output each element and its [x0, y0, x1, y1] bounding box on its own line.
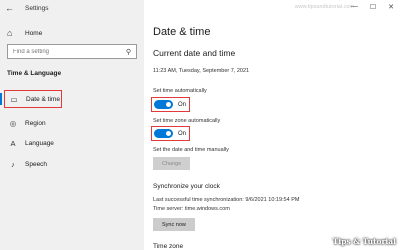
watermark-logo: Tips & Tutorial [332, 237, 396, 246]
sidebar-item-label: Date & time [26, 95, 60, 103]
close-icon[interactable]: ✕ [388, 3, 394, 11]
toggle-switch[interactable] [154, 100, 173, 109]
set-timezone-auto-label: Set time zone automatically [153, 118, 221, 124]
change-button[interactable]: Change [153, 157, 191, 170]
active-indicator [0, 93, 2, 105]
set-time-auto-toggle[interactable]: On [151, 97, 190, 112]
toggle-state: On [178, 101, 187, 108]
page-title: Date & time [153, 26, 211, 38]
home-icon: ⌂ [7, 28, 13, 38]
sync-now-button[interactable]: Sync now [153, 218, 195, 231]
search-box[interactable]: ⚲ [7, 44, 137, 59]
current-datetime: 11:23 AM, Tuesday, September 7, 2021 [153, 68, 250, 74]
main-content: www.tipsandtutorial.com — ☐ ✕ Date & tim… [144, 0, 400, 250]
toggle-knob [166, 102, 171, 107]
maximize-icon[interactable]: ☐ [370, 3, 376, 11]
toggle-switch[interactable] [154, 129, 173, 138]
title-bar: ← Settings [0, 0, 144, 16]
sync-heading: Synchronize your clock [153, 183, 220, 190]
sidebar-item-label: Speech [25, 160, 48, 168]
sidebar-item-label: Language [25, 139, 54, 147]
toggle-state: On [178, 130, 187, 137]
nav-home[interactable]: ⌂ Home [7, 26, 42, 40]
language-icon: A [10, 138, 16, 148]
set-timezone-auto-toggle[interactable]: On [151, 126, 190, 141]
app-title: Settings [25, 4, 49, 12]
time-zone-heading: Time zone [153, 243, 184, 250]
section-title: Time & Language [7, 70, 62, 77]
sidebar-item-region[interactable]: ◎ Region [7, 116, 46, 130]
set-time-auto-label: Set time automatically [153, 88, 207, 94]
microphone-icon: ♪ [11, 159, 15, 169]
toggle-knob [166, 131, 171, 136]
sidebar-item-language[interactable]: A Language [7, 136, 54, 150]
sidebar-item-date-time[interactable]: ▭ Date & time [4, 90, 62, 108]
search-icon[interactable]: ⚲ [126, 48, 131, 56]
site-watermark: www.tipsandtutorial.com [294, 4, 354, 10]
sidebar: ← Settings ⌂ Home ⚲ Time & Language ▭ Da… [0, 0, 144, 250]
sidebar-item-label: Region [25, 119, 46, 127]
globe-icon: ◎ [9, 118, 17, 128]
nav-home-label: Home [25, 29, 43, 37]
last-sync-text: Last successful time synchronization: 9/… [153, 197, 300, 203]
window-controls: — ☐ ✕ [351, 3, 394, 11]
calendar-clock-icon: ▭ [10, 94, 18, 104]
section-heading: Current date and time [153, 48, 236, 58]
sidebar-item-speech[interactable]: ♪ Speech [7, 157, 47, 171]
time-server-text: Time server: time.windows.com [153, 206, 230, 212]
manual-datetime-label: Set the date and time manually [153, 147, 229, 153]
back-arrow-icon[interactable]: ← [5, 3, 17, 13]
minimize-icon[interactable]: — [351, 3, 358, 11]
search-input[interactable] [13, 48, 113, 55]
